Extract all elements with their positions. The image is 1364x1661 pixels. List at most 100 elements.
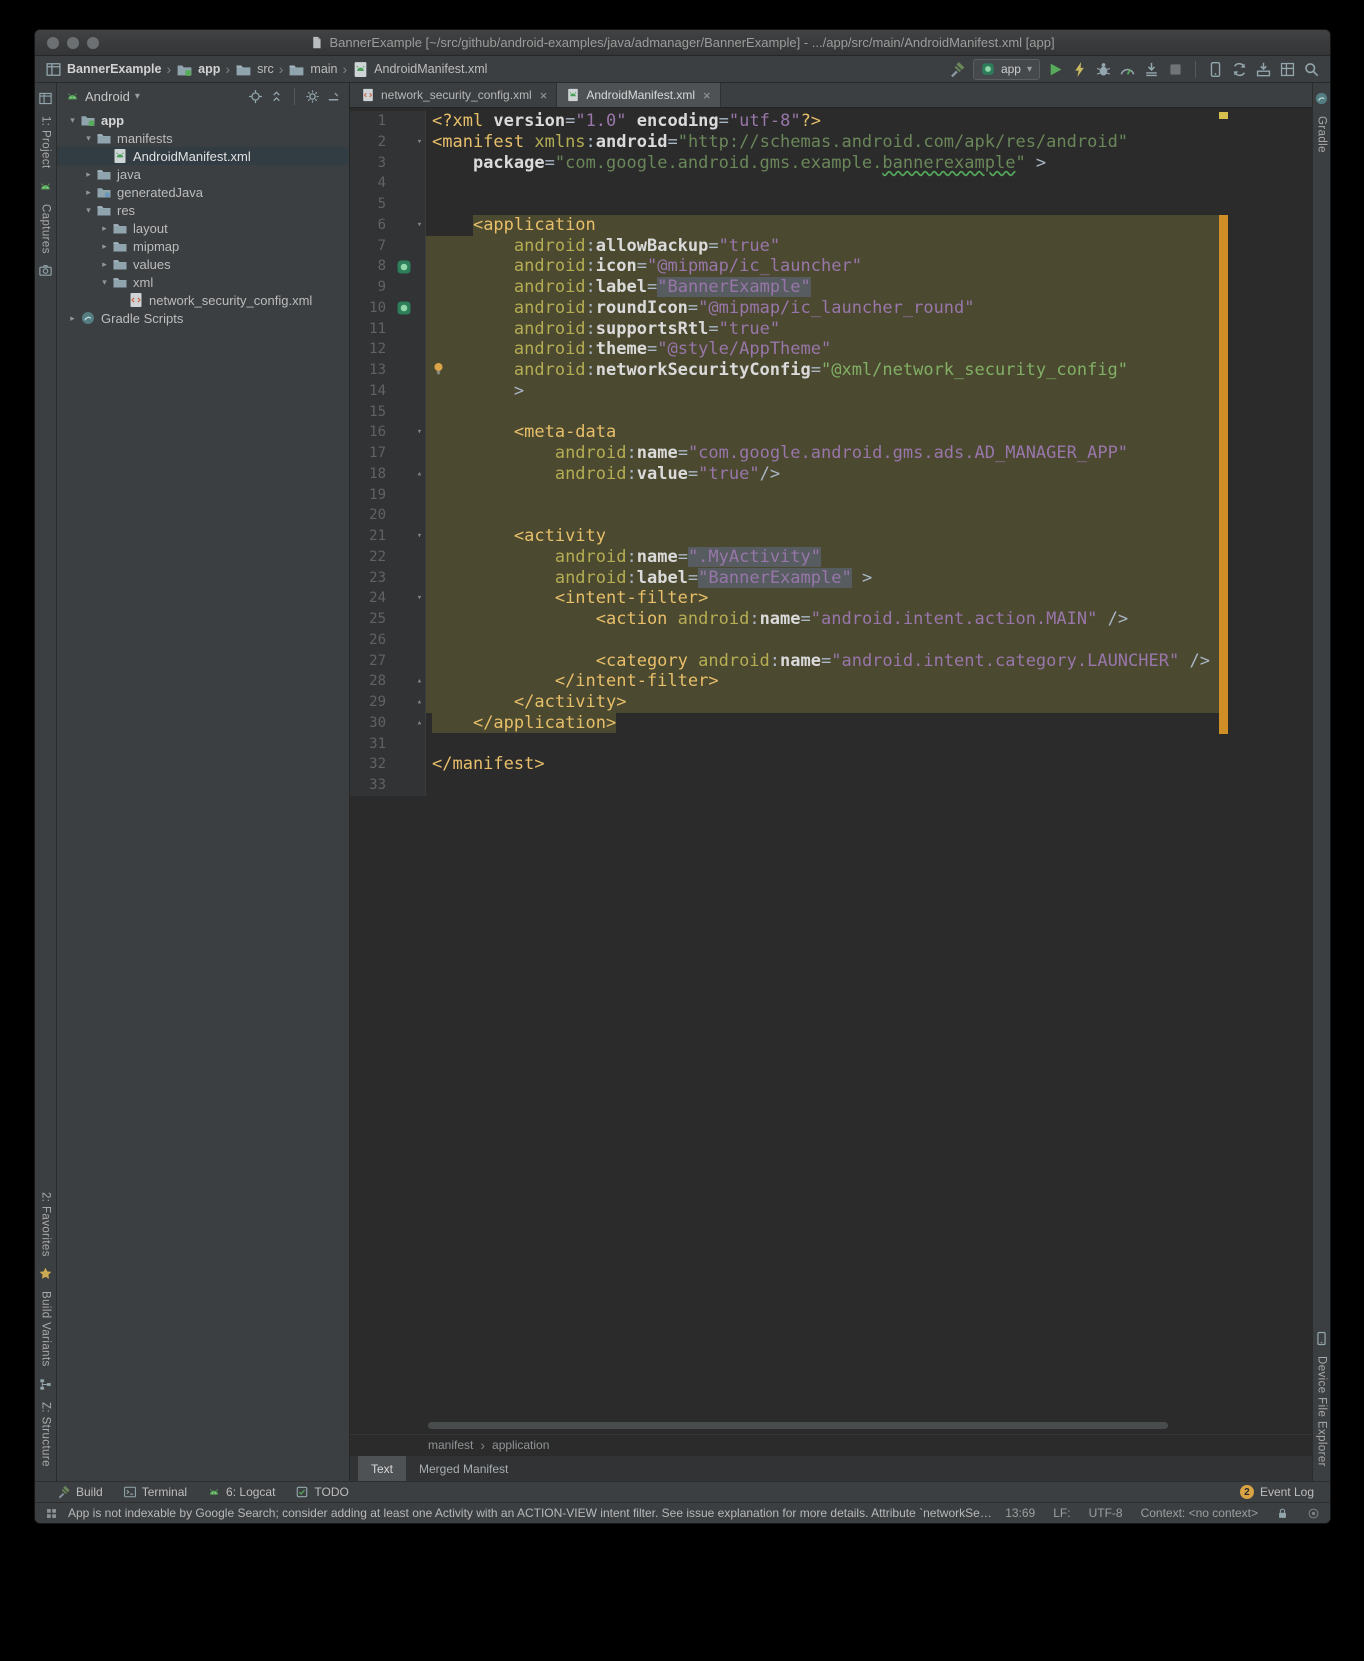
tree-expand-down-icon[interactable]: ▾ — [97, 277, 112, 288]
code-line-13[interactable]: 13 android:networkSecurityConfig="@xml/n… — [350, 360, 1312, 381]
tool-stripe-button-captures[interactable]: Captures — [40, 204, 52, 254]
fold-up-icon[interactable]: ▴ — [414, 464, 426, 485]
code-line-9[interactable]: 9 android:label="BannerExample" — [350, 277, 1312, 298]
code-line-22[interactable]: 22 android:name=".MyActivity" — [350, 547, 1312, 568]
code-line-21[interactable]: 21▾ <activity — [350, 526, 1312, 547]
editor-breadcrumb-manifest[interactable]: manifest — [428, 1438, 473, 1452]
run-icon[interactable] — [1047, 61, 1064, 78]
status-message[interactable]: App is not indexable by Google Search; c… — [68, 1506, 995, 1520]
view-tab-text[interactable]: Text — [358, 1456, 406, 1481]
code-line-11[interactable]: 11 android:supportsRtl="true" — [350, 319, 1312, 340]
tree-expand-right-icon[interactable]: ▸ — [97, 259, 112, 270]
intention-bulb-icon[interactable] — [431, 361, 446, 376]
code-line-19[interactable]: 19 — [350, 485, 1312, 506]
tree-expand-right-icon[interactable]: ▸ — [81, 169, 96, 180]
minimize-window-button[interactable] — [67, 37, 79, 49]
code-line-25[interactable]: 25 <action android:name="android.intent.… — [350, 609, 1312, 630]
gutter-launcher-icon[interactable] — [394, 256, 414, 277]
code-line-32[interactable]: 32</manifest> — [350, 754, 1312, 775]
error-stripe-warning-marker[interactable] — [1219, 112, 1228, 119]
sync-project-icon[interactable] — [1231, 61, 1248, 78]
launcher-icon[interactable] — [396, 259, 412, 275]
tool-stripe-button-build-variants[interactable]: Build Variants — [40, 1291, 52, 1367]
caret-position[interactable]: 13:69 — [1005, 1506, 1035, 1520]
tree-expand-right-icon[interactable]: ▸ — [65, 313, 80, 324]
code-line-7[interactable]: 7 android:allowBackup="true" — [350, 236, 1312, 257]
breadcrumb-main[interactable]: main — [288, 61, 337, 78]
tree-expand-right-icon[interactable]: ▸ — [97, 241, 112, 252]
close-icon[interactable]: × — [703, 89, 711, 102]
tree-item-values[interactable]: ▸values — [57, 255, 349, 273]
tree-item-androidmanifest-xml[interactable]: AndroidManifest.xml — [57, 147, 349, 165]
gradle-icon[interactable] — [1314, 91, 1329, 106]
code-line-16[interactable]: 16▾ <meta-data — [350, 422, 1312, 443]
structure-icon[interactable] — [38, 1377, 53, 1392]
code-line-27[interactable]: 27 <category android:name="android.inten… — [350, 651, 1312, 672]
zoom-window-button[interactable] — [87, 37, 99, 49]
fold-down-icon[interactable]: ▾ — [414, 215, 426, 236]
tree-item-java[interactable]: ▸java — [57, 165, 349, 183]
fold-down-icon[interactable]: ▾ — [414, 526, 426, 547]
code-line-2[interactable]: 2▾<manifest xmlns:android="http://schema… — [350, 132, 1312, 153]
tree-item-xml[interactable]: ▾xml — [57, 273, 349, 291]
tree-item-manifests[interactable]: ▾manifests — [57, 129, 349, 147]
sdk-manager-icon[interactable] — [1255, 61, 1272, 78]
editor-breadcrumb-application[interactable]: application — [492, 1438, 549, 1452]
hide-icon[interactable] — [326, 89, 341, 104]
build-hammer-icon[interactable] — [949, 61, 966, 78]
code-line-10[interactable]: 10 android:roundIcon="@mipmap/ic_launche… — [350, 298, 1312, 319]
project-view-selector[interactable]: Android — [85, 89, 130, 104]
code-line-33[interactable]: 33 — [350, 775, 1312, 796]
tool-window-button-6-logcat[interactable]: 6: Logcat — [197, 1482, 285, 1502]
breadcrumb-bannerexample[interactable]: BannerExample — [45, 61, 161, 78]
avd-manager-icon[interactable] — [1207, 61, 1224, 78]
collapse-all-icon[interactable] — [269, 89, 284, 104]
tool-window-button-build[interactable]: Build — [47, 1482, 113, 1502]
debug-icon[interactable] — [1095, 61, 1112, 78]
code-line-18[interactable]: 18▴ android:value="true"/> — [350, 464, 1312, 485]
tree-expand-right-icon[interactable]: ▸ — [97, 223, 112, 234]
code-line-14[interactable]: 14 > — [350, 381, 1312, 402]
gear-icon[interactable] — [305, 89, 320, 104]
stop-icon[interactable] — [1167, 61, 1184, 78]
tool-stripe-button-1-project[interactable]: 1: Project — [40, 116, 52, 169]
view-tab-merged-manifest[interactable]: Merged Manifest — [406, 1456, 521, 1481]
context-widget[interactable]: Context: <no context> — [1141, 1506, 1258, 1520]
fold-up-icon[interactable]: ▴ — [414, 692, 426, 713]
tool-stripe-button-2-favorites[interactable]: 2: Favorites — [40, 1192, 52, 1257]
tree-item-layout[interactable]: ▸layout — [57, 219, 349, 237]
fold-up-icon[interactable]: ▴ — [414, 713, 426, 734]
tool-window-switcher-icon[interactable] — [45, 1507, 58, 1520]
file-encoding[interactable]: UTF-8 — [1089, 1506, 1123, 1520]
profiler-icon[interactable] — [1119, 61, 1136, 78]
search-everywhere-icon[interactable] — [1303, 61, 1320, 78]
code-line-24[interactable]: 24▾ <intent-filter> — [350, 588, 1312, 609]
code-line-12[interactable]: 12 android:theme="@style/AppTheme" — [350, 339, 1312, 360]
code-line-4[interactable]: 4 — [350, 173, 1312, 194]
tool-window-button-terminal[interactable]: Terminal — [113, 1482, 197, 1502]
tree-item-network-security-config-xml[interactable]: network_security_config.xml — [57, 291, 349, 309]
run-configuration-select[interactable]: app ▾ — [973, 59, 1040, 80]
locate-icon[interactable] — [248, 89, 263, 104]
tree-item-generatedjava[interactable]: ▸generatedJava — [57, 183, 349, 201]
breadcrumb-androidmanifest-xml[interactable]: AndroidManifest.xml — [352, 61, 487, 78]
tree-expand-right-icon[interactable]: ▸ — [81, 187, 96, 198]
code-line-1[interactable]: 1<?xml version="1.0" encoding="utf-8"?> — [350, 111, 1312, 132]
camera-icon[interactable] — [38, 263, 53, 278]
android-head-icon[interactable] — [38, 179, 53, 194]
fold-down-icon[interactable]: ▾ — [414, 132, 426, 153]
event-log-button[interactable]: 2 Event Log — [1240, 1485, 1318, 1499]
gutter-launcher-icon[interactable] — [394, 298, 414, 319]
breadcrumb-src[interactable]: src — [235, 61, 274, 78]
code-line-15[interactable]: 15 — [350, 402, 1312, 423]
tree-item-mipmap[interactable]: ▸mipmap — [57, 237, 349, 255]
editor-tab-androidmanifest-xml[interactable]: AndroidManifest.xml× — [557, 83, 720, 107]
close-icon[interactable]: × — [540, 89, 548, 102]
tree-item-res[interactable]: ▾res — [57, 201, 349, 219]
breadcrumb-app[interactable]: app — [176, 61, 220, 78]
code-line-3[interactable]: 3 package="com.google.android.gms.exampl… — [350, 153, 1312, 174]
device-explorer-icon[interactable] — [1314, 1331, 1329, 1346]
fold-down-icon[interactable]: ▾ — [414, 422, 426, 443]
star-icon[interactable] — [38, 1266, 53, 1281]
tool-stripe-button-gradle[interactable]: Gradle — [1316, 116, 1328, 153]
